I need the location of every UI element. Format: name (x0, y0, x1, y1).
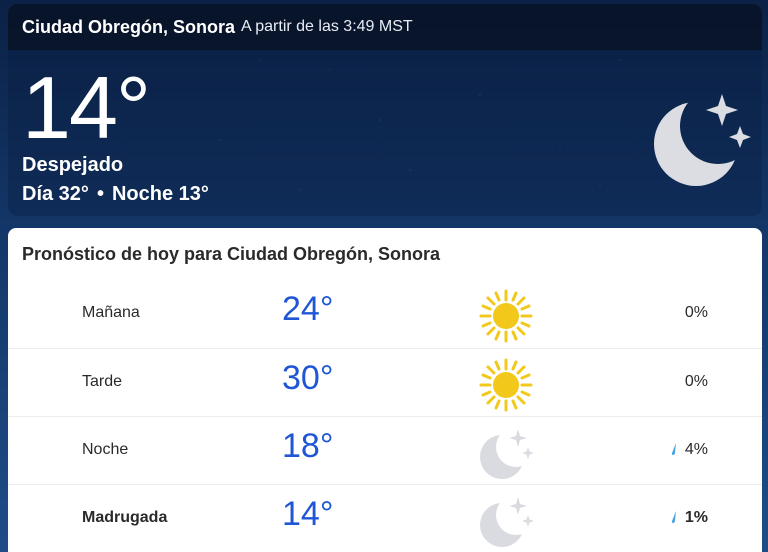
night-temp: Noche 13° (111, 183, 209, 205)
separator: • (96, 183, 104, 205)
period-label: Tarde (82, 373, 123, 390)
forecast-row-night[interactable]: Noche 18° 4% (8, 416, 762, 484)
precip-chance: 0% (684, 304, 708, 321)
location-bar: Ciudad Obregón, Sonora A partir de las 3… (8, 4, 762, 50)
forecast-title: Pronóstico de hoy para Ciudad Obregón, S… (22, 244, 441, 264)
moon-stars-icon (654, 94, 751, 186)
period-label: Noche (82, 441, 129, 458)
day-temp: Día 32° (22, 183, 89, 205)
period-label: Madrugada (82, 509, 168, 526)
precip-value: 1% (684, 509, 708, 526)
sun-icon (479, 289, 533, 343)
current-condition: Despejado (22, 154, 124, 176)
today-forecast-card: Pronóstico de hoy para Ciudad Obregón, S… (8, 228, 762, 552)
period-label: Mañana (82, 304, 140, 321)
precip-value: 4% (684, 441, 708, 458)
current-temperature: 14° (22, 58, 151, 157)
sun-icon (479, 358, 533, 412)
period-temperature: 18° (282, 427, 334, 465)
precip-chance: 0% (684, 373, 708, 390)
raindrop-icon (671, 443, 676, 455)
period-temperature: 24° (282, 290, 334, 328)
forecast-row-early-morning[interactable]: Madrugada 14° 1% (8, 484, 762, 552)
precip-chance: 4% (628, 441, 708, 459)
forecast-row-afternoon[interactable]: Tarde 30° 0% (8, 348, 762, 416)
day-night-temps: Día 32° • Noche 13° (22, 183, 209, 206)
precip-chance: 1% (628, 509, 708, 527)
location-name: Ciudad Obregón, Sonora (22, 16, 236, 37)
forecast-row-morning[interactable]: Mañana 24° 0% (8, 280, 762, 348)
weather-page: Ciudad Obregón, Sonora A partir de las 3… (0, 0, 768, 552)
moon-stars-icon (480, 497, 534, 547)
observation-time: A partir de las 3:49 MST (241, 18, 413, 35)
period-temperature: 14° (282, 495, 334, 533)
period-temperature: 30° (282, 359, 334, 397)
raindrop-icon (671, 511, 676, 523)
moon-stars-icon (480, 429, 534, 479)
current-conditions: Ciudad Obregón, Sonora A partir de las 3… (8, 4, 762, 216)
